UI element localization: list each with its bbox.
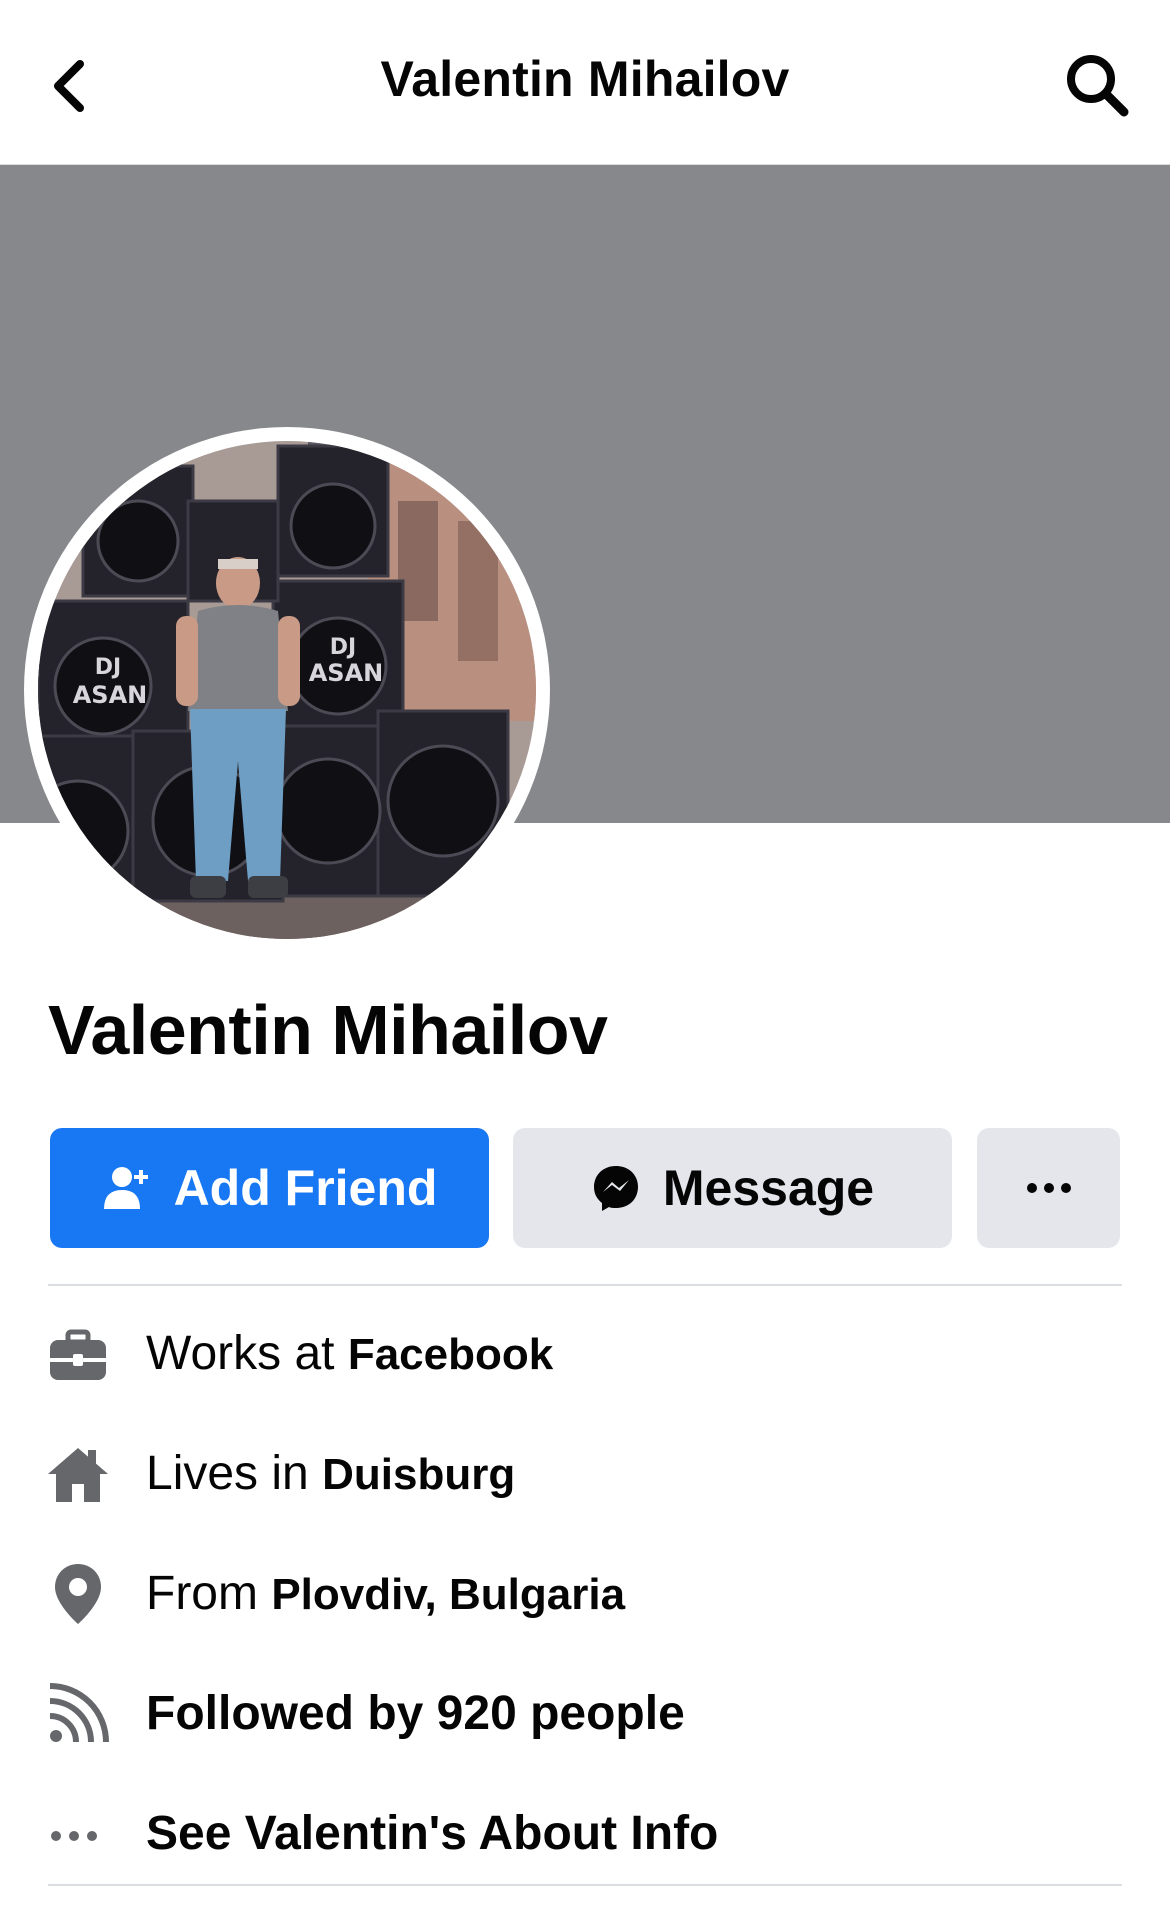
intro-hometown-link[interactable]: Plovdiv, Bulgaria: [271, 1570, 625, 1619]
speaker-label: DJ: [330, 635, 356, 660]
more-dots-icon: [1026, 1183, 1071, 1193]
intro-followers-text: Followed by 920 people: [146, 1687, 685, 1740]
intro-work-link[interactable]: Facebook: [348, 1330, 553, 1379]
speaker-label: DJ: [95, 655, 121, 680]
section-divider: [48, 1884, 1122, 1886]
add-friend-label: Add Friend: [173, 1160, 438, 1216]
intro-hometown-prefix: From: [146, 1567, 272, 1620]
profile-name: Valentin Mihailov: [48, 991, 608, 1069]
top-navigation-bar: Valentin Mihailov: [0, 0, 1170, 165]
intro-hometown-text: From Plovdiv, Bulgaria: [146, 1566, 625, 1621]
rss-feed-icon: [49, 1683, 109, 1743]
intro-home-text: Lives in Duisburg: [146, 1446, 515, 1501]
home-icon: [48, 1448, 108, 1502]
intro-home-row: Lives in Duisburg: [0, 1422, 1170, 1522]
profile-photo-image: DJ ASAN DJ ASAN: [38, 441, 536, 939]
message-label: Message: [662, 1160, 875, 1216]
intro-home-link[interactable]: Duisburg: [322, 1450, 515, 1499]
profile-picture[interactable]: DJ ASAN DJ ASAN: [24, 427, 550, 953]
intro-hometown-row: From Plovdiv, Bulgaria: [0, 1542, 1170, 1642]
location-pin-icon: [55, 1564, 101, 1624]
about-info-text: See Valentin's About Info: [146, 1807, 719, 1860]
add-friend-button[interactable]: Add Friend: [50, 1128, 489, 1248]
intro-followers-row[interactable]: Followed by 920 people: [0, 1662, 1170, 1762]
search-button[interactable]: [1062, 50, 1132, 120]
messenger-icon: [593, 1166, 638, 1211]
speaker-label: ASAN: [309, 659, 384, 687]
intro-home-prefix: Lives in: [146, 1447, 323, 1500]
message-button[interactable]: Message: [513, 1128, 952, 1248]
about-info-row[interactable]: See Valentin's About Info: [0, 1782, 1170, 1882]
speaker-label: ASAN: [73, 681, 148, 709]
intro-work-row: Works at Facebook: [0, 1302, 1170, 1402]
intro-work-text: Works at Facebook: [146, 1326, 553, 1381]
section-divider: [48, 1284, 1122, 1286]
search-icon: [1067, 55, 1129, 117]
more-options-button[interactable]: [977, 1128, 1120, 1248]
profile-page: Valentin Mihailov DJ ASAN DJ ASAN Valent…: [0, 0, 1170, 1919]
more-dots-icon: [51, 1831, 97, 1841]
briefcase-icon: [50, 1329, 106, 1380]
add-friend-icon: [103, 1167, 148, 1209]
intro-work-prefix: Works at: [146, 1327, 348, 1380]
page-title: Valentin Mihailov: [380, 51, 790, 107]
